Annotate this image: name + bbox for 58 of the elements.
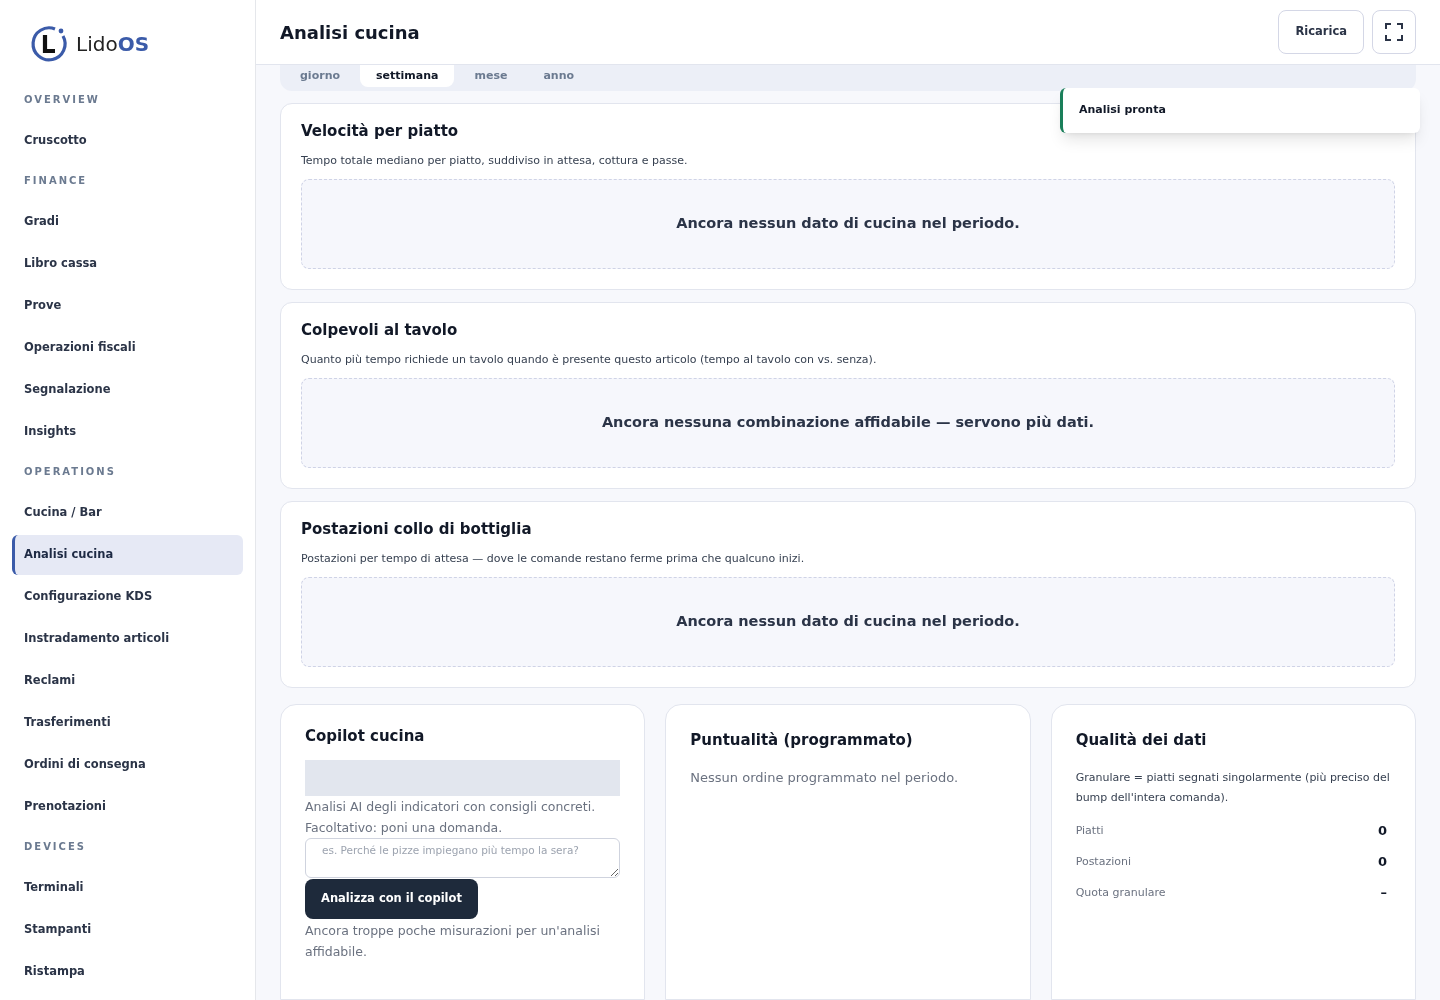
card-description: Quanto più tempo richiede un tavolo quando è presente questo articolo (tempo al tavolo con vs. senza). [301,351,878,368]
brand-name: LidoOS [76,31,150,58]
card-description: Tempo totale mediano per piatto, suddiviso in attesa, cottura e passe. [301,152,689,169]
data-quality-description: Granulare = piatti segnati singolarmente (più preciso del bump dell'intera comanda). [1075,769,1391,806]
punctuality-text: Nessun ordine programmato nel periodo. [690,768,960,787]
card-title: Qualità dei dati [1075,730,1208,751]
section-heading: FINANCE [23,174,89,188]
period-tab[interactable]: giorno [284,65,356,87]
section-heading: OVERVIEW [23,93,101,107]
sidebar-item[interactable]: Prove [12,286,243,326]
metric-value: 0 [1377,853,1388,872]
sidebar-item[interactable]: Cruscotto [12,121,243,161]
period-tab[interactable]: mese [458,65,524,87]
card-description: Postazioni per tempo di attesa — dove le comande restano ferme prima che qualcuno inizi. [301,550,806,567]
toast: Analisi pronta [1060,88,1420,133]
metric-value: 0 [1377,822,1388,841]
copilot-note: Ancora troppe poche misurazioni per un'analisi affidabile. [305,921,601,961]
metric-label: Piatti [1075,822,1104,839]
metric-label: Quota granulare [1075,884,1166,901]
sidebar-item[interactable]: Terminali [12,868,243,908]
card-title: Colpevoli al tavolo [301,320,459,341]
fullscreen-button[interactable] [1372,10,1416,54]
card-title: Puntualità (programmato) [690,730,914,751]
empty-state: Ancora nessun dato di cucina nel periodo. [301,179,1395,269]
empty-state: Ancora nessun dato di cucina nel periodo. [301,577,1395,667]
fullscreen-icon [1385,23,1403,41]
sidebar-item[interactable]: Gradi [12,202,243,242]
sidebar-item[interactable]: Instradamento articoli [12,619,243,659]
sidebar-item[interactable]: Configurazione KDS [12,577,243,617]
card-title: Postazioni collo di bottiglia [301,519,533,540]
section-heading: OPERATIONS [23,465,117,479]
page-title: Analisi cucina [280,20,420,45]
sidebar-item[interactable]: Trasferimenti [12,703,243,743]
empty-state: Ancora nessuna combinazione affidabile — servono più dati. [301,378,1395,468]
sidebar-item[interactable]: Segnalazione [12,370,243,410]
logo-icon [30,24,70,64]
sidebar-item[interactable]: Ordini di consegna [12,745,243,785]
question-label: Facoltativo: poni una domanda. [305,818,504,837]
period-tab[interactable]: anno [527,65,591,87]
card-title: Copilot cucina [305,726,426,747]
sidebar-item[interactable]: Analisi cucina [12,535,243,575]
analyze-button[interactable]: Analizza con il copilot [305,878,478,919]
card-title: Velocità per piatto [301,121,460,142]
sidebar-item[interactable]: Reclami [12,661,243,701]
sidebar-item[interactable]: Cucina / Bar [12,493,243,533]
sidebar-item[interactable]: Stampanti [12,910,243,950]
sidebar-item[interactable]: Insights [12,412,243,452]
question-field[interactable]: es. Perché le pizze impiegano più tempo la sera? [305,837,621,878]
sidebar-item[interactable]: Ristampa [12,952,243,992]
section-heading: DEVICES [23,840,87,854]
reload-button[interactable]: Ricarica [1278,10,1364,54]
sidebar-item[interactable]: Prenotazioni [12,787,243,827]
sidebar-item[interactable]: Libro cassa [12,244,243,284]
sidebar-item[interactable]: Operazioni fiscali [12,328,243,368]
period-tab[interactable]: settimana [360,65,455,87]
copilot-intro: Analisi AI degli indicatori con consigli concreti. [305,797,597,816]
metric-value: – [1380,884,1388,903]
metric-label: Postazioni [1075,853,1131,870]
